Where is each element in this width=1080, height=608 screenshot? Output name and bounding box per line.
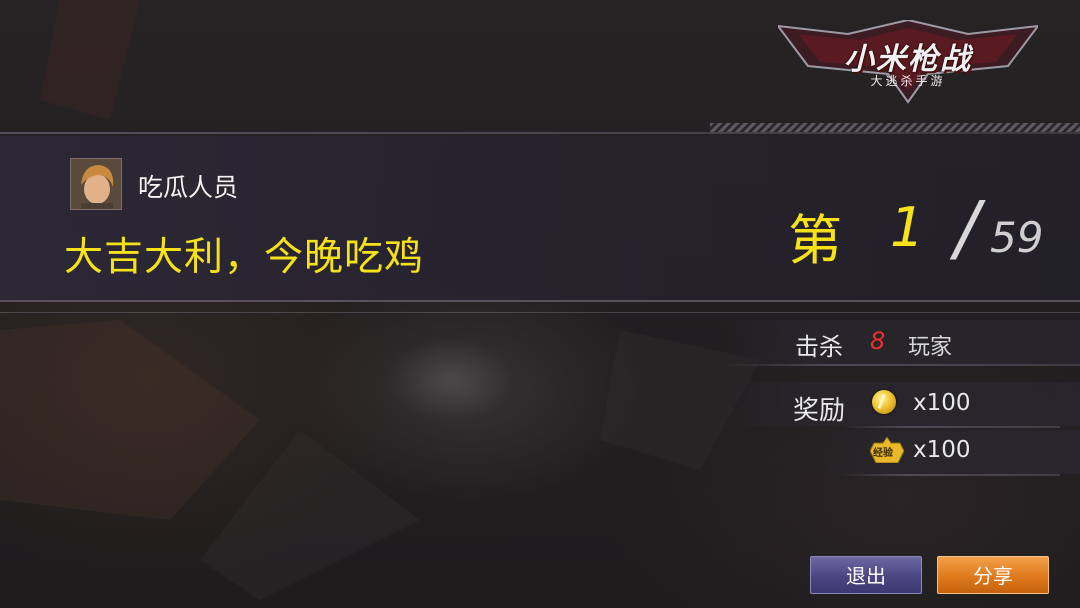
- exp-divider: [840, 474, 1060, 476]
- rank-prefix: 第: [788, 209, 842, 272]
- player-avatar-portrait-icon: [71, 159, 121, 209]
- reward-label: 奖励: [793, 396, 846, 426]
- total-players: 59: [990, 213, 1044, 262]
- banner-top-border: [0, 132, 1080, 134]
- coin-reward-amount: x100: [913, 390, 971, 416]
- experience-badge-icon: 经验: [870, 437, 904, 463]
- experience-badge-label: 经验: [873, 448, 893, 459]
- player-name: 吃瓜人员: [138, 173, 239, 202]
- share-button[interactable]: 分享: [937, 556, 1049, 594]
- player-avatar: [70, 158, 122, 210]
- banner-bottom-border-secondary: [0, 312, 1080, 313]
- victory-message: 大吉大利，今晚吃鸡: [64, 235, 425, 280]
- kills-unit: 玩家: [908, 335, 953, 360]
- game-logo: 小米枪战 大逃杀手游: [778, 20, 1038, 104]
- rank-number: 1: [890, 196, 925, 259]
- gold-coin-icon: [872, 390, 896, 414]
- reward-row: [720, 382, 1080, 426]
- rank-separator: /: [955, 186, 980, 270]
- stats-divider: [720, 364, 1080, 366]
- banner-bottom-border: [0, 300, 1080, 302]
- logo-subtitle: 大逃杀手游: [870, 74, 946, 88]
- kills-label: 击杀: [795, 333, 843, 361]
- exit-button[interactable]: 退出: [810, 556, 922, 594]
- kills-count: 8: [870, 327, 886, 355]
- banner-hatch-decoration: [710, 123, 1080, 132]
- player-character-figure: [380, 300, 580, 450]
- exp-reward-amount: x100: [913, 437, 971, 463]
- reward-divider: [840, 426, 1060, 428]
- kills-row: [720, 320, 1080, 364]
